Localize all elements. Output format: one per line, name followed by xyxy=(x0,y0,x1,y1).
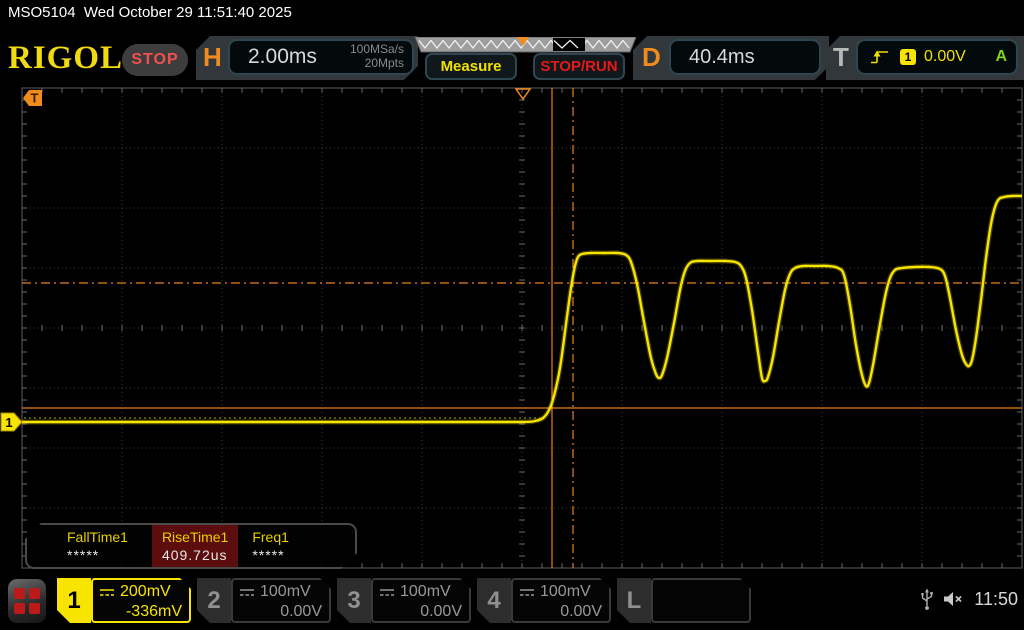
measurement-value: ***** xyxy=(67,547,128,563)
channel-3-tab[interactable]: 3 xyxy=(337,578,371,623)
channel-4-scale: 100mV xyxy=(540,583,591,601)
usb-icon xyxy=(920,587,934,611)
measurement-name: Freq1 xyxy=(252,529,289,545)
dc-coupling-icon xyxy=(519,587,535,597)
trigger-position-marker[interactable] xyxy=(516,89,530,99)
digital-row-1: 0 1 2 3 4 5 6 7 xyxy=(659,621,742,630)
channel-1-scale: 200mV xyxy=(120,583,171,601)
channel-4-settings[interactable]: 100mV 0.00V xyxy=(511,578,611,623)
channel-1-offset: -336mV xyxy=(99,603,182,621)
digital-tab[interactable]: L xyxy=(617,578,651,623)
menu-grid-icon xyxy=(14,588,40,614)
channel-2-settings[interactable]: 100mV 0.00V xyxy=(231,578,331,623)
channel-4-tab[interactable]: 4 xyxy=(477,578,511,623)
measurement-name: RiseTime1 xyxy=(162,529,228,545)
channel-status-bar: 1 200mV -336mV 2 100mV 0.00V 3 100mV 0.0… xyxy=(0,575,1024,630)
measurement-risetime-selected[interactable]: RiseTime1 409.72us xyxy=(152,525,238,567)
measurement-freq[interactable]: Freq1 ***** xyxy=(242,525,299,567)
digital-channel-list[interactable]: 0 1 2 3 4 5 6 7 8 9 1011 12131415 xyxy=(651,578,751,623)
status-tray: 11:50 xyxy=(920,587,1018,611)
channel-2-scale: 100mV xyxy=(260,583,311,601)
dc-coupling-icon xyxy=(239,587,255,597)
speaker-muted-icon[interactable] xyxy=(943,590,965,608)
measurement-name: FallTime1 xyxy=(67,529,128,545)
measurement-panel: FallTime1 ***** RiseTime1 409.72us Freq1… xyxy=(25,523,357,569)
measurement-value: 409.72us xyxy=(162,547,228,563)
channel-1-settings[interactable]: 200mV -336mV xyxy=(91,578,191,623)
channel-3-scale: 100mV xyxy=(400,583,451,601)
channel-3-settings[interactable]: 100mV 0.00V xyxy=(371,578,471,623)
channel-1-tab[interactable]: 1 xyxy=(57,578,91,623)
channel-3-offset: 0.00V xyxy=(379,603,462,621)
channel-2-tab[interactable]: 2 xyxy=(197,578,231,623)
channel-2-offset: 0.00V xyxy=(239,603,322,621)
channel-4-offset: 0.00V xyxy=(519,603,602,621)
measurement-value: ***** xyxy=(252,547,289,563)
clock: 11:50 xyxy=(974,589,1018,610)
channel-1-position-marker-label: 1 xyxy=(5,415,12,430)
trigger-flag-label: T xyxy=(31,91,39,106)
measurement-falltime[interactable]: FallTime1 ***** xyxy=(57,525,138,567)
dc-coupling-icon xyxy=(99,587,115,597)
oscilloscope-screen: MSO5104 Wed October 29 11:51:40 2025 RIG… xyxy=(0,0,1024,630)
menu-grid-button[interactable] xyxy=(8,579,46,623)
dc-coupling-icon xyxy=(379,587,395,597)
